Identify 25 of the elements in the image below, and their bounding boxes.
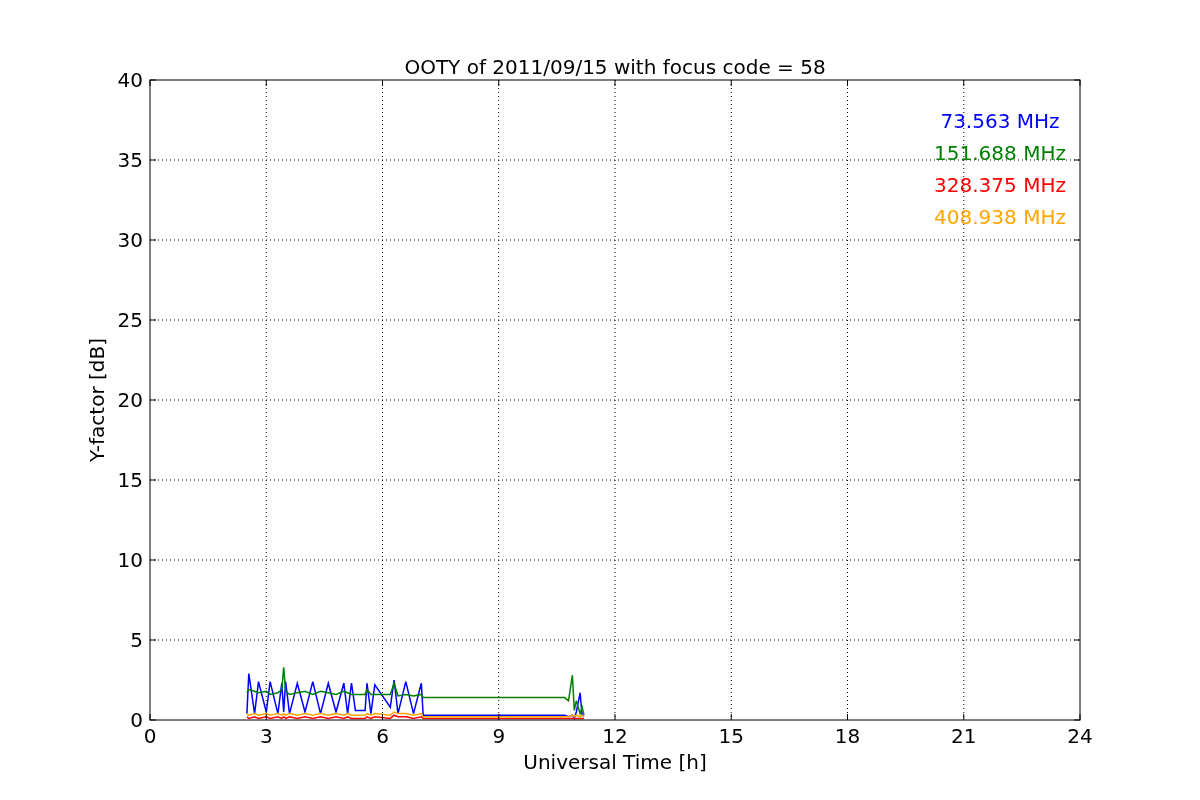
x-axis-label: Universal Time [h]	[523, 750, 707, 774]
y-tick-label: 25	[117, 308, 143, 332]
x-tick-label: 6	[376, 724, 389, 748]
y-tick-label: 35	[117, 148, 143, 172]
y-tick-label: 5	[130, 628, 143, 652]
legend-label: 73.563 MHz	[940, 109, 1060, 133]
x-tick-label: 12	[602, 724, 628, 748]
x-tick-label: 24	[1067, 724, 1093, 748]
y-tick-label: 30	[117, 228, 143, 252]
y-tick-label: 40	[117, 68, 143, 92]
x-tick-label: 21	[951, 724, 977, 748]
legend-label: 328.375 MHz	[934, 173, 1066, 197]
x-tick-label: 9	[492, 724, 506, 748]
y-tick-label: 20	[117, 388, 143, 412]
y-tick-label: 15	[117, 468, 143, 492]
x-tick-label: 18	[834, 724, 861, 748]
y-tick-label: 0	[130, 708, 143, 732]
x-tick-label: 15	[718, 724, 744, 748]
x-tick-label: 3	[259, 724, 273, 748]
chart-title: OOTY of 2011/09/15 with focus code = 58	[404, 55, 826, 79]
y-axis-label: Y-factor [dB]	[85, 338, 109, 462]
legend-label: 408.938 MHz	[934, 205, 1066, 229]
legend-label: 151.688 MHz	[934, 141, 1066, 165]
y-tick-label: 10	[117, 548, 143, 572]
x-tick-label: 0	[143, 724, 157, 748]
